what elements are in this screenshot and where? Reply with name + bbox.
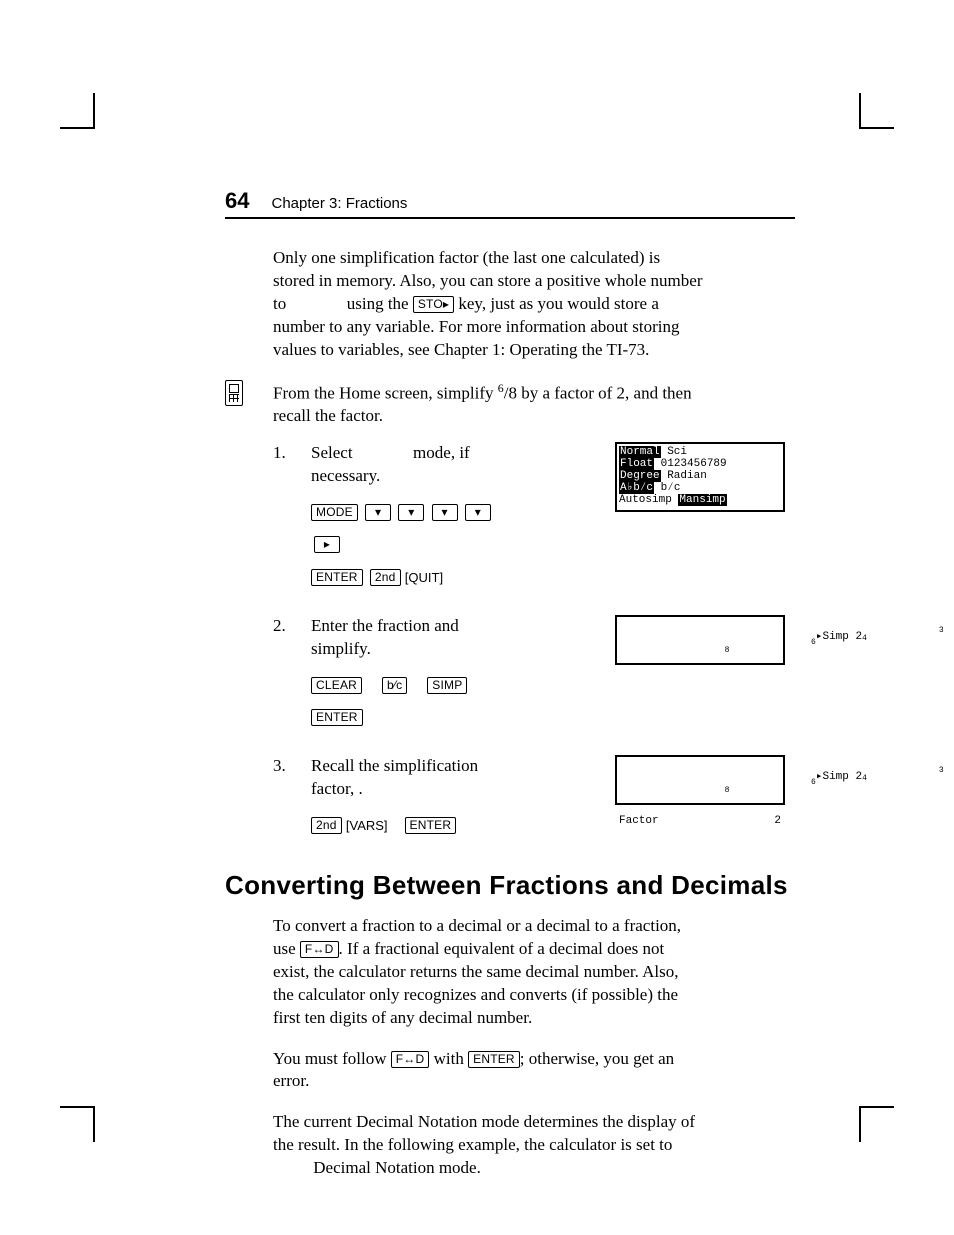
text: Enter the fraction and simplify. <box>311 616 459 658</box>
text: Normal <box>619 446 661 458</box>
text: A♭b⁄c <box>619 482 654 494</box>
fd-key-icon: F↔D <box>300 941 339 958</box>
running-head: 64 Chapter 3: Fractions <box>225 188 795 219</box>
crop-mark <box>860 127 894 129</box>
fraction-denominator: 8 <box>508 383 517 402</box>
crop-mark <box>860 1106 894 1108</box>
mode-key-icon: MODE <box>311 504 358 521</box>
text: The current Decimal Notation mode determ… <box>273 1112 695 1154</box>
text: Decimal Notation mode. <box>309 1158 481 1177</box>
text: Select <box>311 443 357 462</box>
screen-frac: 34 <box>862 759 944 815</box>
text: Radian <box>661 470 707 482</box>
text: Factor <box>619 815 659 827</box>
page: 64 Chapter 3: Fractions Only one simplif… <box>0 0 954 1235</box>
chapter-label: Chapter 3: Fractions <box>271 195 407 212</box>
content-area: 64 Chapter 3: Fractions Only one simplif… <box>225 188 795 1198</box>
fraction-numerator: 6 <box>498 381 504 395</box>
screenshot: 68 ▸Simp 2 34 Factor 2 <box>615 755 785 841</box>
down-arrow-key-icon: ▾ <box>398 504 424 521</box>
text: Sci <box>661 446 687 458</box>
down-arrow-key-icon: ▾ <box>365 504 391 521</box>
crop-mark <box>93 93 95 129</box>
enter-key-icon: ENTER <box>405 817 457 834</box>
page-number: 64 <box>225 188 249 213</box>
step-description: Enter the fraction and simplify. CLEAR b… <box>311 615 501 733</box>
step-item: 1. Select mode, if necessary. MODE ▾ ▾ ▾… <box>273 442 785 593</box>
down-arrow-key-icon: ▾ <box>432 504 458 521</box>
second-key-icon: 2nd <box>311 817 342 834</box>
step-description: Recall the simplification factor, . 2nd … <box>311 755 501 841</box>
simp-screen: 68 ▸Simp 2 34 <box>615 615 785 665</box>
key-sequence: 2nd [VARS] ENTER <box>311 809 501 841</box>
simp-key-icon: SIMP <box>427 677 467 694</box>
crop-mark <box>60 127 94 129</box>
quit-secondary-label: [QUIT] <box>405 570 443 585</box>
step-item: 3. Recall the simplification factor, . 2… <box>273 755 785 841</box>
text: 2 <box>774 815 781 827</box>
text: with <box>429 1049 468 1068</box>
text: key, just as you would store a number to… <box>273 294 680 359</box>
enter-key-icon: ENTER <box>468 1051 520 1068</box>
screen-frac: 34 <box>862 619 944 675</box>
bc-key-icon: b⁄c <box>382 677 407 694</box>
text: Degree <box>619 470 661 482</box>
step-description: Select mode, if necessary. MODE ▾ ▾ ▾ ▾ … <box>311 442 501 593</box>
sto-key-icon: STO▸ <box>413 296 454 313</box>
screenshot: Normal Sci Float 0123456789 Degree Radia… <box>615 442 785 593</box>
step-number: 2. <box>273 615 301 733</box>
vars-secondary-label: [VARS] <box>346 818 388 833</box>
second-key-icon: 2nd <box>370 569 401 586</box>
text: Mansimp <box>678 494 726 506</box>
body-paragraph: To convert a fraction to a decimal or a … <box>273 915 703 1180</box>
steps-list: 1. Select mode, if necessary. MODE ▾ ▾ ▾… <box>273 442 785 841</box>
text: using the <box>342 294 412 313</box>
step-number: 1. <box>273 442 301 593</box>
example-block: From the Home screen, simplify 6/8 by a … <box>225 380 795 429</box>
text: Float <box>619 458 654 470</box>
text: 0123456789 <box>654 458 727 470</box>
text: b⁄c <box>654 482 680 494</box>
text: ▸Simp 2 <box>816 771 862 783</box>
step-number: 3. <box>273 755 301 841</box>
key-sequence: MODE ▾ ▾ ▾ ▾ ▸ ENTER 2nd [QUIT] <box>311 496 501 593</box>
crop-mark <box>60 1106 94 1108</box>
text: ▸Simp 2 <box>816 631 862 643</box>
text: You must follow <box>273 1049 391 1068</box>
crop-mark <box>859 93 861 129</box>
down-arrow-key-icon: ▾ <box>465 504 491 521</box>
clear-key-icon: CLEAR <box>311 677 362 694</box>
right-arrow-key-icon: ▸ <box>314 536 340 553</box>
enter-key-icon: ENTER <box>311 569 363 586</box>
section-heading: Converting Between Fractions and Decimal… <box>225 870 795 901</box>
crop-mark <box>93 1106 95 1142</box>
screen-frac: 68 <box>725 631 816 663</box>
text: Autosimp <box>619 494 678 506</box>
crop-mark <box>859 1106 861 1142</box>
intro-paragraph: Only one simplification factor (the last… <box>273 247 703 362</box>
text: From the Home screen, simplify <box>273 383 498 402</box>
factor-screen: 68 ▸Simp 2 34 Factor 2 <box>615 755 785 805</box>
fd-key-icon: F↔D <box>391 1051 430 1068</box>
enter-key-icon: ENTER <box>311 709 363 726</box>
mode-screen: Normal Sci Float 0123456789 Degree Radia… <box>615 442 785 512</box>
step-item: 2. Enter the fraction and simplify. CLEA… <box>273 615 785 733</box>
screen-frac: 68 <box>725 771 816 803</box>
calculator-icon <box>225 380 243 406</box>
screenshot: 68 ▸Simp 2 34 <box>615 615 785 733</box>
text: Recall the simplification factor, . <box>311 756 478 798</box>
key-sequence: CLEAR b⁄c SIMP ENTER <box>311 669 501 734</box>
